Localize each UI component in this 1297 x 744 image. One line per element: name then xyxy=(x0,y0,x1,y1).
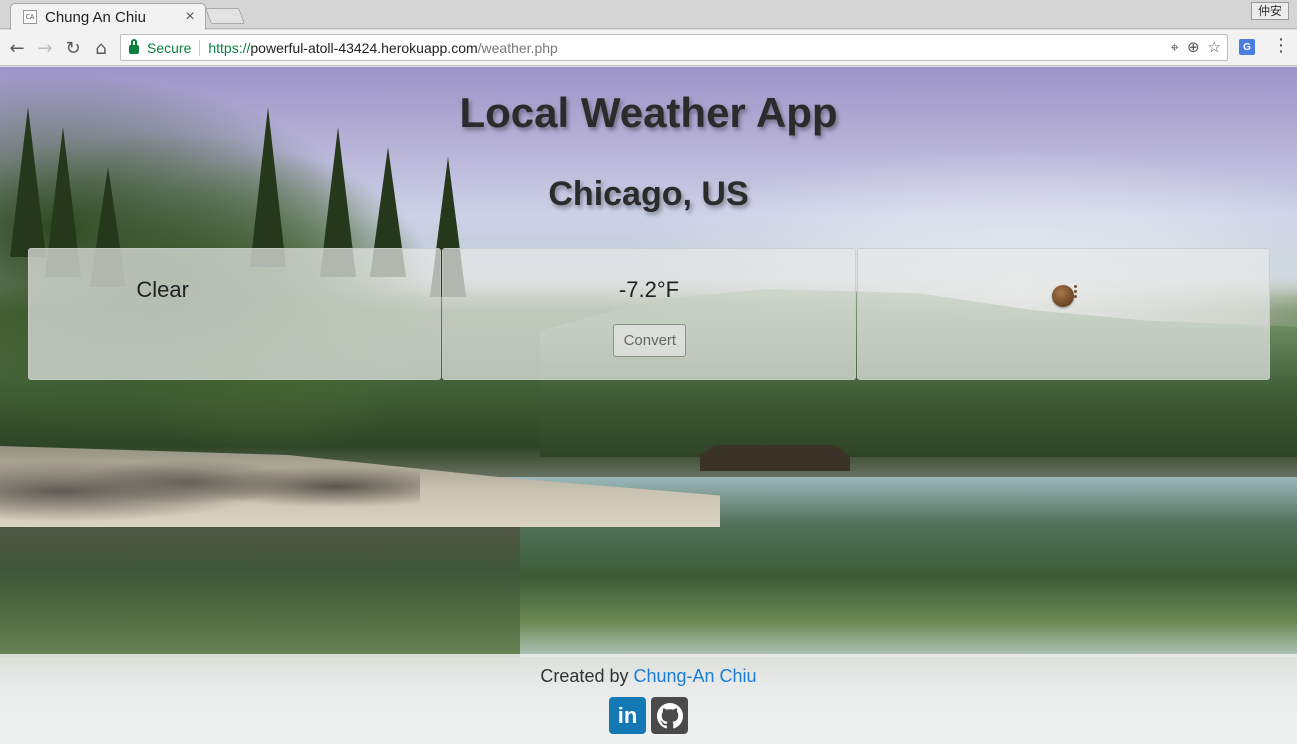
tab-title: Chung An Chiu xyxy=(45,8,146,26)
github-logo-icon xyxy=(656,702,683,728)
tab-strip: CA Chung An Chiu × 仲安 xyxy=(0,0,1297,30)
clear-night-icon xyxy=(1051,285,1074,307)
bookmark-star-icon[interactable]: ☆ xyxy=(1208,38,1221,56)
temperature-value: -7.2°F xyxy=(618,277,680,302)
stars-icon xyxy=(1073,285,1080,301)
reload-icon[interactable]: ↻ xyxy=(60,35,86,61)
convert-button[interactable]: Convert xyxy=(613,324,687,357)
favicon-icon: CA xyxy=(23,10,37,24)
background-pier xyxy=(700,445,850,471)
app-title: Local Weather App xyxy=(459,89,838,136)
location-icon[interactable]: ⌖ xyxy=(1171,38,1179,56)
temperature-card: -7.2°F Convert xyxy=(442,248,856,380)
omnibox-divider xyxy=(199,39,201,56)
url-path: /weather.php xyxy=(477,39,558,56)
icon-card xyxy=(856,248,1270,380)
location-heading: Chicago, US xyxy=(548,175,749,213)
author-link[interactable]: Chung-An Chiu xyxy=(633,666,756,686)
omnibox-actions: ⌖ ⊕ ☆ xyxy=(1171,38,1221,56)
menu-icon[interactable]: ⋮ xyxy=(1272,35,1290,56)
home-icon[interactable]: ⌂ xyxy=(88,35,114,61)
url-host: powerful-atoll-43424.herokuapp.com xyxy=(250,39,478,56)
background-rocks xyxy=(0,437,420,527)
tab-close-icon[interactable]: × xyxy=(179,8,201,26)
browser-toolbar: ← → ↻ ⌂ Secure https://powerful-atoll-43… xyxy=(0,30,1297,66)
weather-cards: Clear -7.2°F Convert xyxy=(28,248,1270,380)
background-reflection xyxy=(0,507,520,657)
lock-icon xyxy=(129,39,139,54)
page-body: Local Weather App Chicago, US Clear -7.2… xyxy=(0,67,1297,744)
translate-icon[interactable]: G xyxy=(1239,39,1255,55)
address-bar[interactable]: Secure https://powerful-atoll-43424.hero… xyxy=(120,34,1228,61)
new-tab-button[interactable] xyxy=(205,8,245,24)
footer: Created by Chung-An Chiu in xyxy=(0,654,1297,744)
credit-text: Created by xyxy=(540,666,634,686)
linkedin-icon[interactable]: in xyxy=(609,697,646,734)
profile-button[interactable]: 仲安 xyxy=(1250,2,1289,20)
url-scheme: https:// xyxy=(208,39,251,56)
weather-description: Clear xyxy=(136,277,189,302)
credit-line: Created by Chung-An Chiu xyxy=(0,666,1297,687)
social-links: in xyxy=(609,697,688,734)
forward-icon[interactable]: → xyxy=(32,35,58,61)
back-icon[interactable]: ← xyxy=(4,35,30,61)
secure-label: Secure xyxy=(147,39,192,56)
github-icon[interactable] xyxy=(651,697,688,734)
zoom-icon[interactable]: ⊕ xyxy=(1187,38,1200,56)
browser-tab[interactable]: CA Chung An Chiu × xyxy=(10,3,206,30)
description-card: Clear xyxy=(28,248,442,380)
